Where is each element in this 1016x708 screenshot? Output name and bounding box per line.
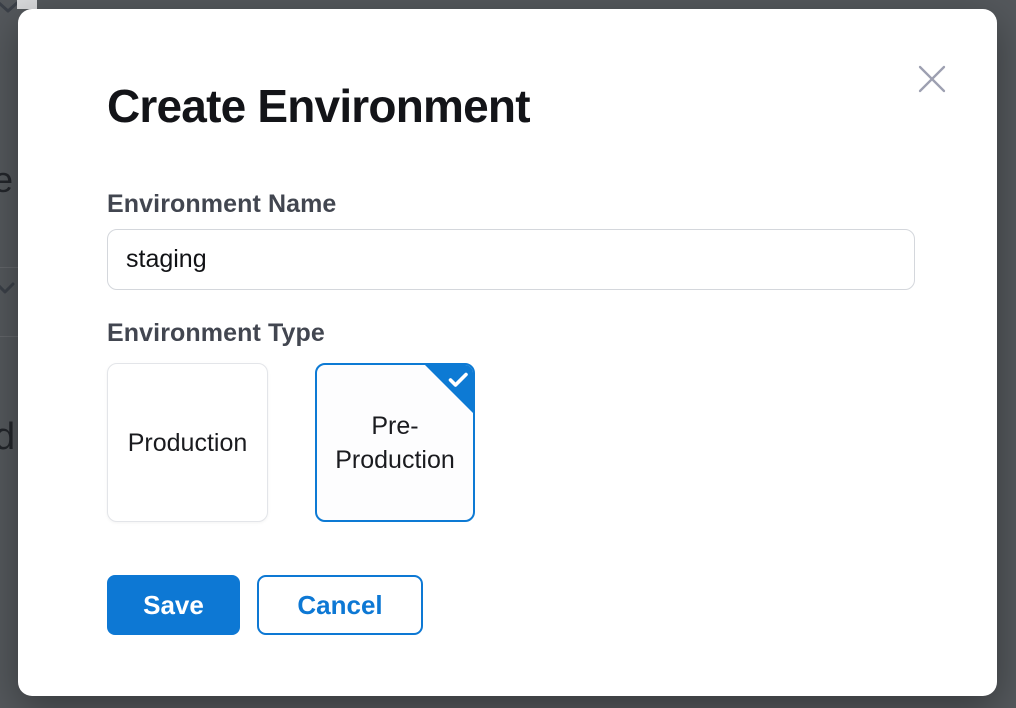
background-chevron-down-icon: [0, 282, 15, 295]
environment-type-option-production[interactable]: Production: [107, 363, 268, 522]
check-icon: [448, 372, 469, 388]
close-icon: [918, 65, 946, 93]
environment-name-input[interactable]: [107, 229, 915, 290]
environment-type-option-pre-production[interactable]: Pre-Production: [315, 363, 475, 522]
save-button[interactable]: Save: [107, 575, 240, 635]
create-environment-modal: Create Environment Environment Name Envi…: [18, 9, 997, 696]
background-letter-fragment: e: [0, 162, 13, 198]
modal-title: Create Environment: [107, 81, 530, 131]
environment-type-label: Environment Type: [107, 319, 325, 348]
selected-corner-badge: [423, 363, 475, 415]
background-divider: [0, 267, 18, 268]
option-label: Production: [120, 426, 256, 460]
close-button[interactable]: [916, 63, 948, 95]
background-divider: [0, 336, 18, 337]
background-letter-fragment: d: [0, 418, 15, 456]
cancel-button[interactable]: Cancel: [257, 575, 423, 635]
background-page-fragment: [17, 0, 37, 9]
environment-name-label: Environment Name: [107, 190, 336, 219]
option-label: Pre-Production: [317, 409, 473, 477]
